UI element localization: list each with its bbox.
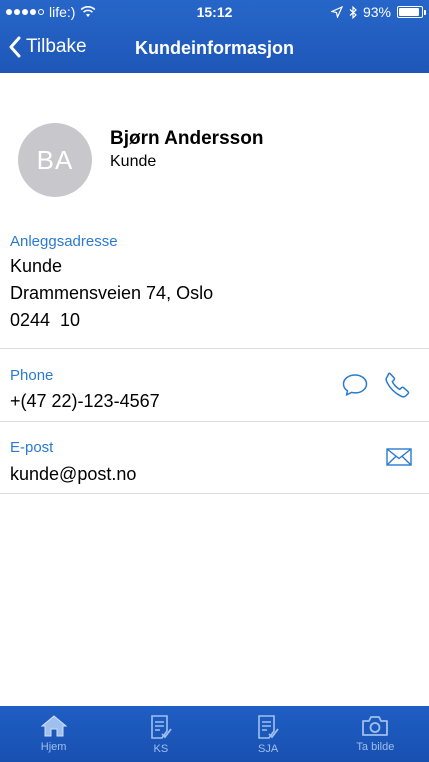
tab-sja[interactable]: SJA bbox=[215, 706, 322, 762]
status-bar: life:) 15:12 93% bbox=[0, 0, 429, 24]
home-icon bbox=[40, 715, 68, 737]
address-label: Anleggsadresse bbox=[10, 233, 118, 250]
email-address[interactable]: kunde@post.no bbox=[10, 464, 136, 485]
avatar: BA bbox=[18, 123, 92, 197]
call-button[interactable] bbox=[384, 371, 412, 404]
customer-profile-header: BA Bjørn Andersson Kunde bbox=[0, 73, 429, 218]
battery-icon bbox=[397, 6, 426, 18]
send-email-button[interactable] bbox=[386, 448, 412, 471]
address-line-1: Kunde bbox=[10, 256, 63, 276]
tab-home[interactable]: Hjem bbox=[0, 706, 107, 762]
tab-ks-label: KS bbox=[153, 743, 169, 755]
customer-role: Kunde bbox=[110, 153, 157, 170]
customer-name: Bjørn Andersson bbox=[110, 128, 264, 149]
top-bar: life:) 15:12 93% Tilbake Kundeinformasjo… bbox=[0, 0, 429, 73]
checklist-icon bbox=[151, 715, 172, 739]
phone-label: Phone bbox=[10, 367, 54, 384]
tab-ks[interactable]: KS bbox=[107, 706, 214, 762]
battery-level bbox=[399, 8, 420, 16]
tab-home-label: Hjem bbox=[40, 741, 67, 753]
email-section: E-post kunde@post.no bbox=[0, 422, 429, 494]
camera-icon bbox=[362, 716, 389, 736]
battery-percent: 93% bbox=[362, 4, 391, 20]
address-section: Anleggsadresse Kunde Drammensveien 74, O… bbox=[0, 218, 429, 349]
phone-number[interactable]: +(47 22)-123-4567 bbox=[10, 391, 160, 412]
location-arrow-icon bbox=[330, 6, 343, 18]
envelope-icon bbox=[386, 448, 412, 466]
tab-sja-label: SJA bbox=[258, 743, 279, 755]
tab-take-photo[interactable]: Ta bilde bbox=[322, 706, 429, 762]
checklist-icon bbox=[258, 715, 279, 739]
page-title: Kundeinformasjon bbox=[134, 38, 294, 58]
bluetooth-icon bbox=[349, 5, 357, 19]
chat-bubble-icon bbox=[342, 374, 368, 396]
status-right: 93% bbox=[330, 4, 426, 20]
phone-section: Phone +(47 22)-123-4567 bbox=[0, 349, 429, 422]
message-button[interactable] bbox=[342, 373, 368, 402]
phone-icon bbox=[385, 372, 410, 398]
address-line-3: 0244 10 bbox=[10, 310, 81, 330]
email-label: E-post bbox=[10, 439, 54, 456]
nav-bar: Tilbake Kundeinformasjon bbox=[0, 24, 429, 73]
address-line-2: Drammensveien 74, Oslo bbox=[10, 283, 214, 303]
tab-bar: Hjem KS SJA Ta bilde bbox=[0, 706, 429, 762]
tab-take-photo-label: Ta bilde bbox=[356, 741, 395, 753]
